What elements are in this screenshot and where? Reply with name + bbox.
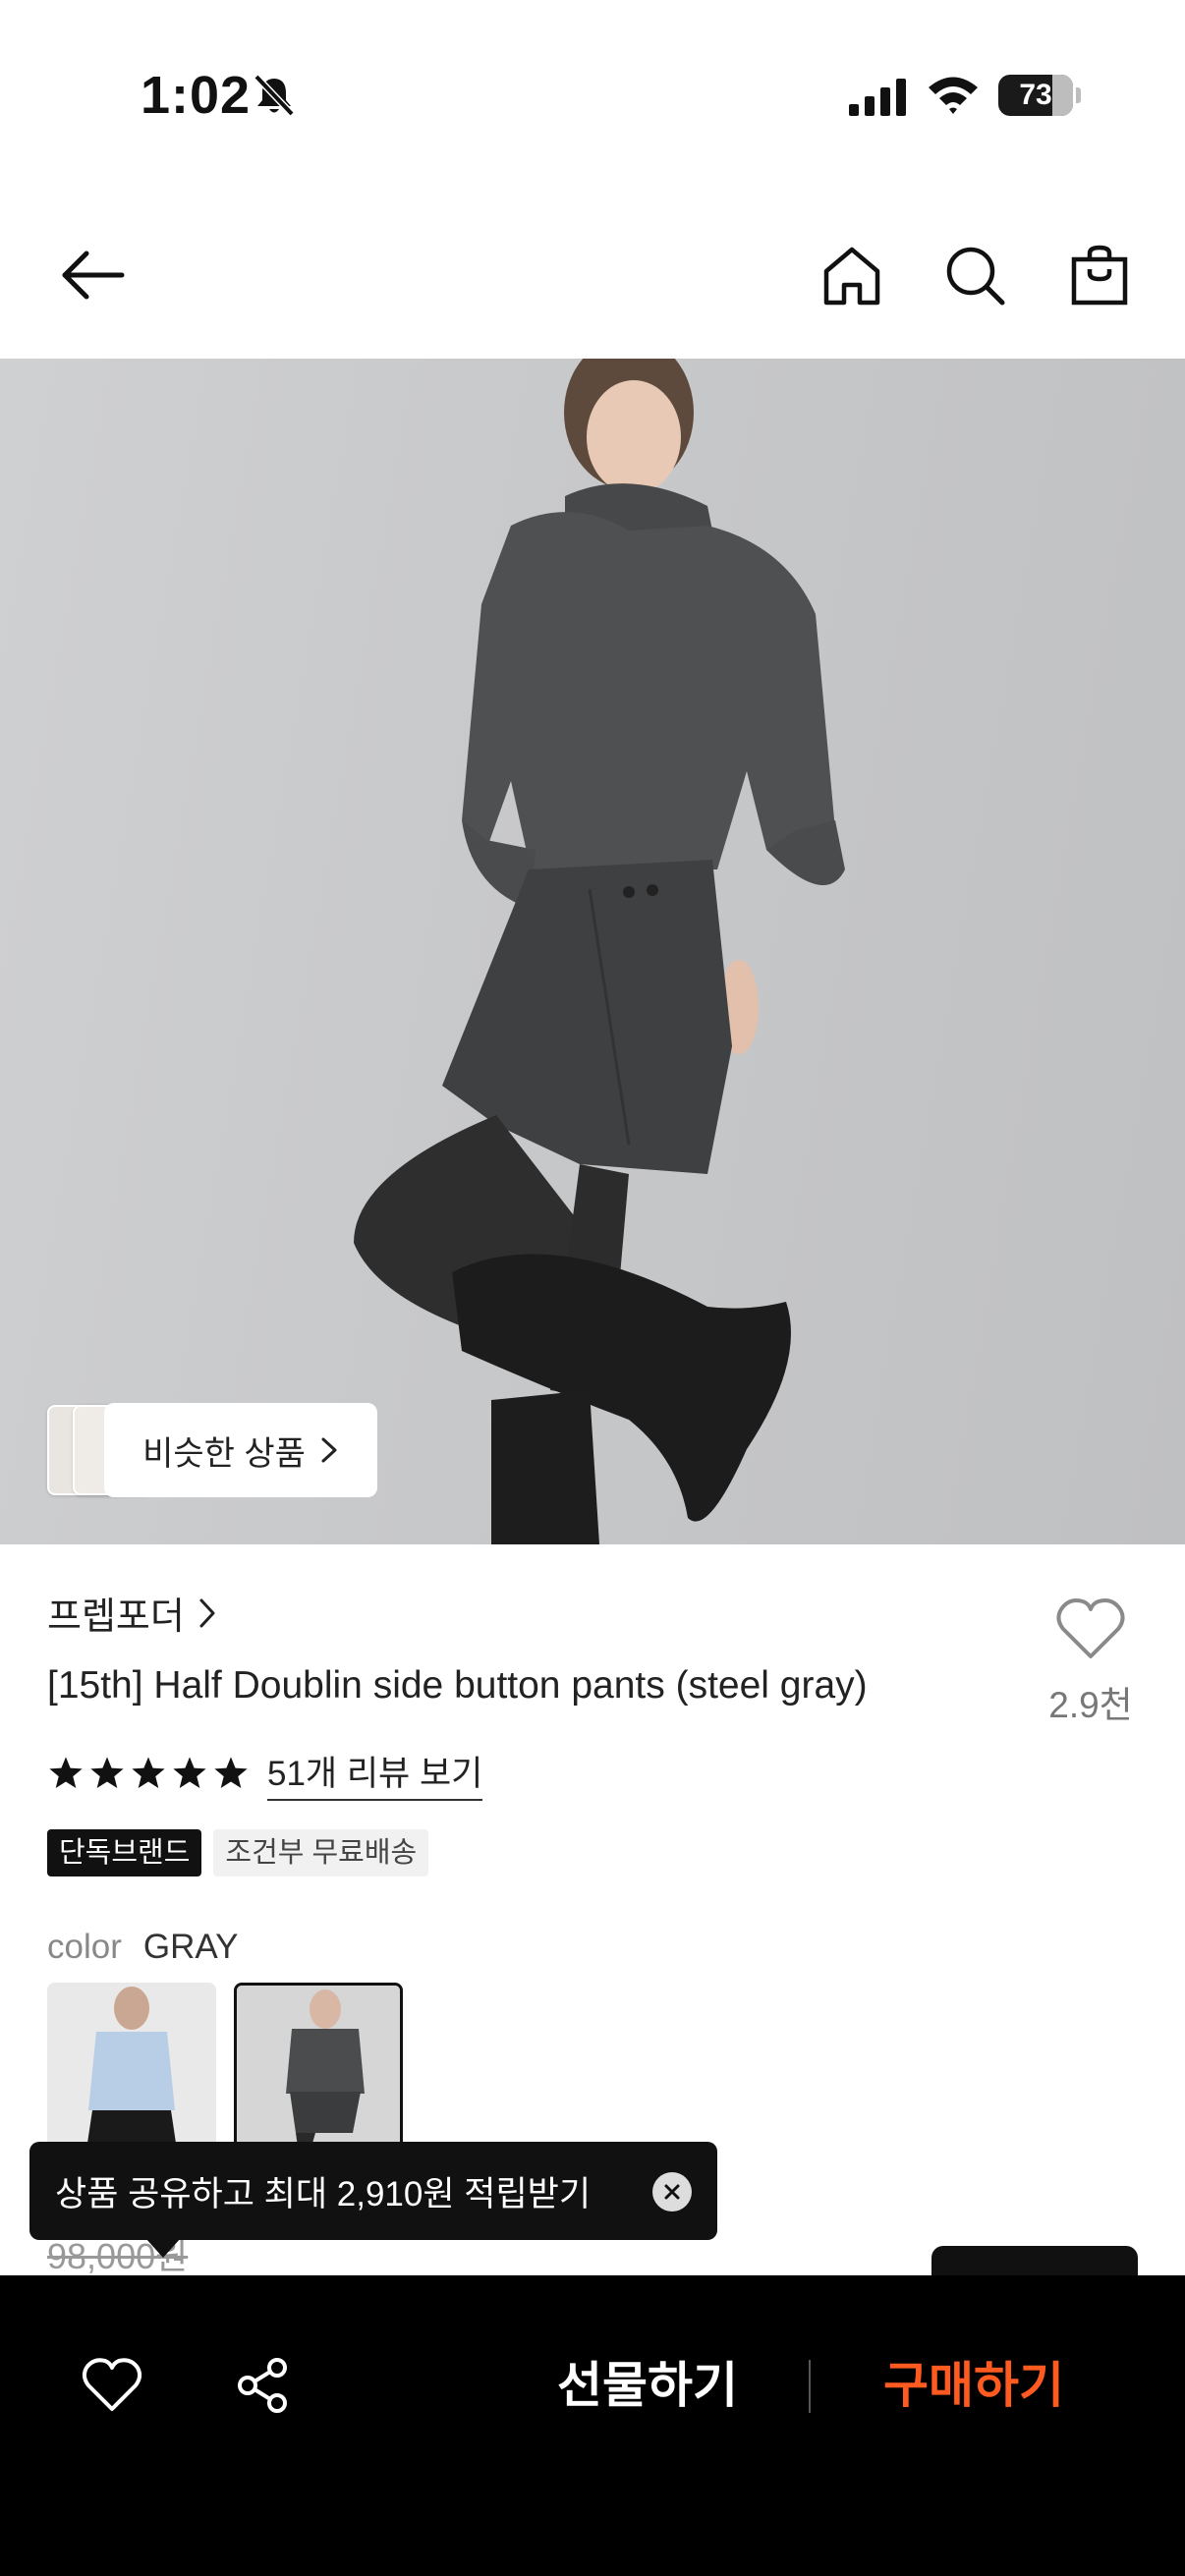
color-swatches <box>47 1983 403 2150</box>
color-swatch-blue[interactable] <box>47 1983 216 2150</box>
share-icon <box>238 2358 287 2413</box>
share-reward-tooltip: 상품 공유하고 최대 2,910원 적립받기 <box>29 2142 717 2258</box>
color-selector-header: color GRAY <box>47 1928 238 1967</box>
similar-products-button[interactable]: 비슷한 상품 <box>104 1403 377 1497</box>
color-swatch-gray[interactable] <box>234 1983 403 2150</box>
similar-products-label: 비슷한 상품 <box>142 1434 306 1473</box>
brand-name: 프렙포더 <box>47 1596 185 1638</box>
star-icon <box>132 1757 165 1789</box>
share-button[interactable] <box>224 2346 303 2425</box>
star-icon <box>173 1757 206 1789</box>
wifi-icon <box>929 77 978 114</box>
swatch-photo <box>237 1986 400 2147</box>
search-icon <box>946 247 1005 306</box>
close-icon <box>664 2184 680 2200</box>
tooltip-close-button[interactable] <box>652 2172 692 2212</box>
swatch-photo <box>47 1983 216 2150</box>
share-reward-text: 상품 공유하고 최대 2,910원 적립받기 <box>55 2174 592 2213</box>
chevron-right-icon <box>321 1437 337 1463</box>
battery-icon: 73 <box>998 75 1081 116</box>
gift-button[interactable]: 선물하기 <box>538 2344 757 2427</box>
model-photo <box>354 359 845 1544</box>
divider <box>809 2360 811 2413</box>
exclusive-brand-tag: 단독브랜드 <box>47 1829 202 1876</box>
chevron-right-icon <box>199 1598 215 1627</box>
rating-stars <box>47 1755 250 1792</box>
search-button[interactable] <box>939 240 1010 310</box>
bell-muted-icon <box>254 74 295 117</box>
free-shipping-tag: 조건부 무료배송 <box>213 1829 429 1876</box>
signal-icon <box>849 79 906 116</box>
product-detail-page: 1:02 73 비슷한 상품 프렙포더 [15th] Half Doublin … <box>0 0 1185 2576</box>
review-link[interactable]: 51개 리뷰 보기 <box>267 1746 483 1801</box>
tooltip-tail <box>145 2238 181 2258</box>
home-button[interactable] <box>817 240 887 310</box>
shopping-bag-icon <box>1071 245 1128 306</box>
home-icon <box>823 247 880 306</box>
heart-icon <box>1056 1598 1125 1658</box>
wishlist-button[interactable] <box>73 2346 151 2425</box>
battery-level: 73 <box>1019 79 1052 111</box>
like-button[interactable]: 2.9천 <box>1022 1596 1159 1728</box>
cart-button[interactable] <box>1064 240 1135 310</box>
product-hero-image[interactable]: 비슷한 상품 <box>0 359 1185 1544</box>
like-count: 2.9천 <box>1048 1685 1133 1725</box>
color-label: color <box>47 1928 122 1966</box>
arrow-left-icon <box>62 251 125 300</box>
product-tags: 단독브랜드 조건부 무료배송 <box>47 1829 429 1876</box>
similar-products-chip[interactable]: 비슷한 상품 <box>47 1403 377 1497</box>
star-icon <box>49 1757 83 1789</box>
back-button[interactable] <box>57 240 128 310</box>
star-icon <box>214 1757 248 1789</box>
star-icon <box>90 1757 124 1789</box>
rating-row: 51개 리뷰 보기 <box>47 1746 483 1801</box>
brand-link[interactable]: 프렙포더 <box>47 1586 218 1640</box>
heart-icon <box>82 2358 142 2411</box>
bottom-action-bar: 선물하기 구매하기 <box>0 2275 1185 2576</box>
color-value: GRAY <box>142 1928 239 1966</box>
top-nav-bar <box>0 206 1185 344</box>
buy-button[interactable]: 구매하기 <box>865 2344 1083 2427</box>
status-time: 1:02 <box>141 66 252 125</box>
product-title: [15th] Half Doublin side button pants (s… <box>47 1664 868 1707</box>
status-bar: 1:02 73 <box>0 0 1185 187</box>
